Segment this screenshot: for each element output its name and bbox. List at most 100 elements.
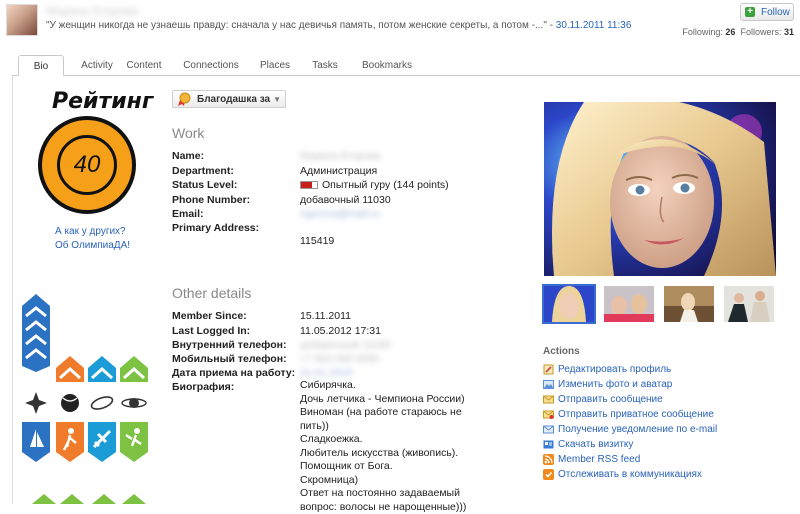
bottom-chevron-badges xyxy=(32,494,146,504)
rating-badge: 40 xyxy=(38,116,136,214)
runner-badge[interactable] xyxy=(56,422,84,462)
thanks-button[interactable]: Благодашка за ▼ xyxy=(172,90,286,108)
compass-icon xyxy=(25,392,47,414)
field-value-name: Марина Егорова xyxy=(300,150,381,162)
status-message: "У женщин никогда не узнаешь правду: сна… xyxy=(46,20,631,31)
thanks-label: Благодашка за xyxy=(197,93,271,105)
sailing-badge[interactable] xyxy=(22,422,50,462)
photo-thumbnail[interactable] xyxy=(724,286,774,322)
achievement-badges xyxy=(22,294,148,504)
follow-button[interactable]: + Follow xyxy=(740,3,794,21)
chevron-down-icon[interactable]: ▼ xyxy=(273,95,281,104)
field-label-phone: Phone Number: xyxy=(172,194,251,206)
field-label-hire-date: Дата приема на работу: xyxy=(172,367,296,379)
envelope-icon xyxy=(543,394,554,405)
field-value-last-login: 11.05.2012 17:31 xyxy=(300,325,381,337)
field-label-status-level: Status Level: xyxy=(172,179,238,191)
bio-line: Скромница) xyxy=(300,473,359,486)
email-link[interactable]: egorova@mail.ru xyxy=(300,208,380,220)
change-photo-link[interactable]: Изменить фото и аватар xyxy=(543,378,672,391)
vcard-icon xyxy=(543,439,554,450)
rss-feed-link[interactable]: Member RSS feed xyxy=(543,453,640,466)
download-vcard-link[interactable]: Скачать визитку xyxy=(543,438,633,451)
rating-ring: 40 xyxy=(57,135,117,195)
tab-tasks[interactable]: Tasks xyxy=(308,55,342,76)
ribbon-award-icon xyxy=(178,92,191,106)
track-communications-link[interactable]: Отслеживать в коммуникациях xyxy=(543,468,702,481)
bio-line: Виноман (на работе стараюсь не пить)) xyxy=(300,406,462,432)
action-label: Скачать визитку xyxy=(558,439,634,450)
rating-value: 40 xyxy=(73,151,101,178)
action-label: Member RSS feed xyxy=(558,454,641,465)
followers-label: Followers: xyxy=(740,27,782,37)
track-icon xyxy=(543,469,554,480)
rating-title: Рейтинг xyxy=(52,89,154,114)
biography-text: Сибирячка. Дочь летчика - Чемпиона Росси… xyxy=(300,379,470,514)
bio-line: Любитель искусства (живопись). xyxy=(300,446,459,459)
status-text: "У женщин никогда не узнаешь правду: сна… xyxy=(46,20,547,31)
photo-icon xyxy=(543,379,554,390)
action-label: Отслеживать в коммуникациях xyxy=(558,469,702,480)
status-level-text: Опытный гуру (144 points) xyxy=(322,179,449,191)
photo-thumbnail[interactable] xyxy=(542,284,596,324)
orange-chevron-badge[interactable] xyxy=(56,356,84,382)
following-count[interactable]: 26 xyxy=(725,27,735,37)
planet-icon xyxy=(121,398,147,408)
photo-thumbnail[interactable] xyxy=(604,286,654,322)
field-label-mobile-phone: Мобильный телефон: xyxy=(172,353,287,365)
bio-line: Сладкоежка. xyxy=(300,433,363,445)
field-value-hire-date: 01.01.2010 xyxy=(300,367,353,379)
follow-stats: Following: 26 Followers: 31 xyxy=(682,27,794,37)
action-label: Отправить приватное сообщение xyxy=(558,409,714,420)
action-label: Изменить фото и аватар xyxy=(558,379,673,390)
tab-connections[interactable]: Connections xyxy=(180,55,242,76)
teal-chevron-badge[interactable] xyxy=(88,356,116,382)
status-separator: - xyxy=(546,20,556,31)
chevron-rank-badge[interactable] xyxy=(22,294,50,372)
field-label-biography: Биография: xyxy=(172,381,235,393)
bio-line: Помощник от Бога. xyxy=(300,460,393,472)
actions-title: Actions xyxy=(543,346,580,357)
profile-photo[interactable] xyxy=(544,102,776,276)
rating-compare-link[interactable]: А как у других? xyxy=(55,226,126,237)
followers-count[interactable]: 31 xyxy=(784,27,794,37)
field-label-email: Email: xyxy=(172,208,204,220)
email-notifications-link[interactable]: Получение уведомление по e-mail xyxy=(543,423,717,436)
private-message-icon xyxy=(543,409,554,420)
field-label-name: Name: xyxy=(172,150,205,162)
status-level-meter xyxy=(300,181,318,189)
field-label-internal-phone: Внутренний телефон: xyxy=(172,339,287,351)
user-name[interactable]: Марина Егорова xyxy=(46,4,138,18)
plane-badge[interactable] xyxy=(88,422,116,462)
ball-icon xyxy=(61,394,79,412)
follow-label: Follow xyxy=(761,6,790,18)
tennis-badge[interactable] xyxy=(120,422,148,462)
field-value-member-since: 15.11.2011 xyxy=(300,310,351,322)
status-date-link[interactable]: 30.11.2011 11:36 xyxy=(556,20,632,31)
green-chevron-badge[interactable] xyxy=(120,356,148,382)
photo-thumbnail[interactable] xyxy=(664,286,714,322)
bio-line: Ответ на постоянно задаваемый вопрос: во… xyxy=(300,487,467,513)
profile-header: Марина Егорова "У женщин никогда не узна… xyxy=(0,0,800,48)
following-label: Following: xyxy=(682,27,723,37)
plus-icon: + xyxy=(745,7,755,17)
field-value-status-level: Опытный гуру (144 points) xyxy=(300,179,449,191)
tab-places[interactable]: Places xyxy=(256,55,294,76)
rating-about-link[interactable]: Об ОлимпиаДА! xyxy=(55,240,130,251)
action-label: Отправить сообщение xyxy=(558,394,663,405)
tab-bookmarks[interactable]: Bookmarks xyxy=(356,55,418,76)
pencil-icon xyxy=(543,364,554,375)
edit-profile-link[interactable]: Редактировать профиль xyxy=(543,363,671,376)
field-value-postcode: 115419 xyxy=(300,235,335,247)
department-link[interactable]: Администрация xyxy=(300,165,377,177)
avatar[interactable] xyxy=(6,4,38,36)
tab-bio[interactable]: Bio xyxy=(18,55,64,76)
tab-activity[interactable]: Activity xyxy=(70,55,124,76)
rss-icon xyxy=(543,454,554,465)
field-label-member-since: Member Since: xyxy=(172,310,247,322)
send-message-link[interactable]: Отправить сообщение xyxy=(543,393,663,406)
tab-content[interactable]: Content xyxy=(124,55,164,76)
field-label-last-login: Last Logged In: xyxy=(172,325,251,337)
send-private-message-link[interactable]: Отправить приватное сообщение xyxy=(543,408,714,421)
bio-line: Дочь летчика - Чемпиона России) xyxy=(300,392,465,405)
